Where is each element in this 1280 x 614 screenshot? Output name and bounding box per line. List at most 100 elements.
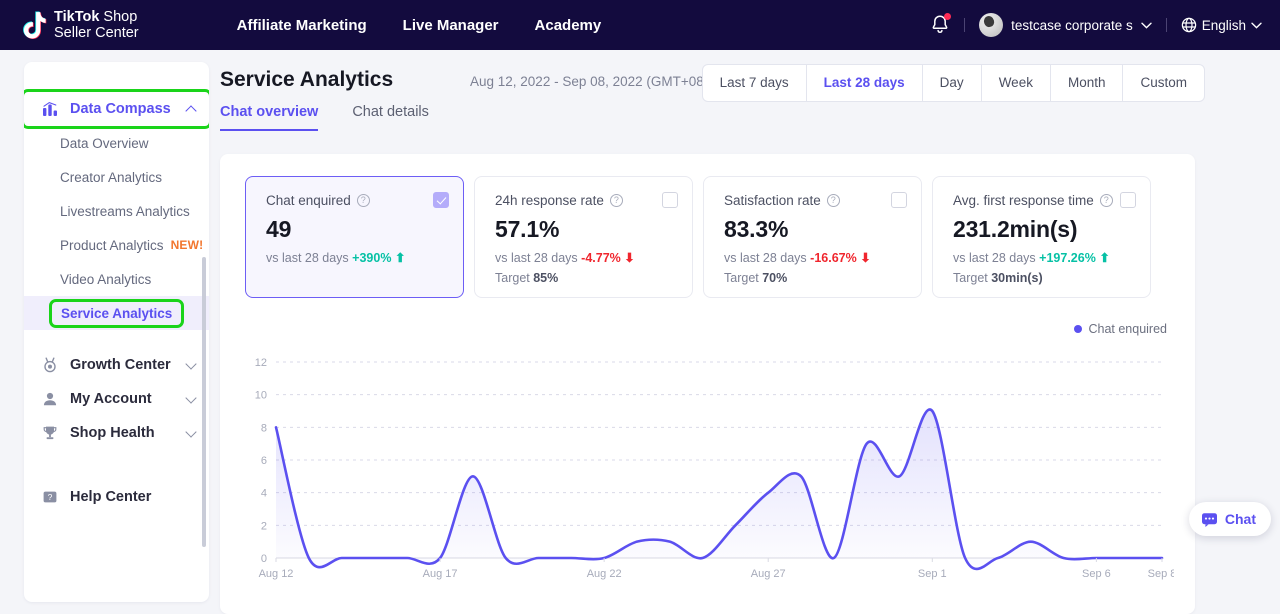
language-selector[interactable]: English <box>1181 17 1262 33</box>
sidebar-item-video-analytics[interactable]: Video Analytics <box>24 262 209 296</box>
metric-checkbox[interactable] <box>662 192 678 208</box>
chevron-up-icon <box>185 105 196 116</box>
metric-target-value: 85% <box>533 271 558 285</box>
range-button-last-7-days[interactable]: Last 7 days <box>703 65 807 101</box>
nav-link-academy[interactable]: Academy <box>535 17 602 34</box>
logo-seller-center: Seller Center <box>54 25 139 41</box>
metric-card-list: Chat enquired ? 49 vs last 28 days +390%… <box>245 176 1151 298</box>
sidebar-item-product-analytics[interactable]: Product Analytics NEW! <box>24 228 209 262</box>
metric-card-satisfaction-rate[interactable]: Satisfaction rate ? 83.3% vs last 28 day… <box>703 176 922 298</box>
sidebar-group-label: Growth Center <box>70 357 187 373</box>
tab-chat-details[interactable]: Chat details <box>352 104 429 131</box>
metric-value: 49 <box>266 216 447 243</box>
metric-card-24h-response-rate[interactable]: 24h response rate ? 57.1% vs last 28 day… <box>474 176 693 298</box>
metric-comparison: vs last 28 days +197.26% ⬆ <box>953 250 1134 265</box>
sidebar-item-livestreams-analytics[interactable]: Livestreams Analytics <box>24 194 209 228</box>
metric-target: Target 85% <box>495 271 676 285</box>
svg-text:?: ? <box>48 492 53 502</box>
legend-label: Chat enquired <box>1088 322 1167 336</box>
metric-delta: -4.77% <box>581 251 621 265</box>
analytics-panel: Chat enquired ? 49 vs last 28 days +390%… <box>220 154 1195 614</box>
medal-icon <box>42 357 59 373</box>
logo-shop: Shop <box>99 9 137 25</box>
metric-target-label: Target <box>724 271 762 285</box>
y-axis-tick-label: 10 <box>255 390 267 402</box>
trend-down-icon: ⬇ <box>860 251 870 265</box>
y-axis-tick-label: 6 <box>261 455 267 467</box>
metric-checkbox[interactable] <box>1120 192 1136 208</box>
range-button-custom[interactable]: Custom <box>1123 65 1204 101</box>
metric-comparison-label: vs last 28 days <box>266 251 349 265</box>
divider <box>964 18 965 32</box>
metric-header: 24h response rate ? <box>495 193 676 208</box>
account-menu[interactable]: testcase corporate s <box>979 13 1152 37</box>
chevron-down-icon <box>185 426 196 437</box>
avatar <box>979 13 1003 37</box>
metric-card-chat-enquired[interactable]: Chat enquired ? 49 vs last 28 days +390%… <box>245 176 464 298</box>
metric-checkbox[interactable] <box>433 192 449 208</box>
nav-link-live-manager[interactable]: Live Manager <box>403 17 499 34</box>
sidebar-group-growth-center[interactable]: Growth Center <box>24 348 209 382</box>
top-navigation-bar: TikTok Shop Seller Center Affiliate Mark… <box>0 0 1280 50</box>
metric-delta: -16.67% <box>810 251 857 265</box>
range-button-month[interactable]: Month <box>1051 65 1124 101</box>
language-label: English <box>1202 18 1246 33</box>
metric-checkbox[interactable] <box>891 192 907 208</box>
nav-link-affiliate-marketing[interactable]: Affiliate Marketing <box>237 17 367 34</box>
metric-delta: +390% <box>352 251 391 265</box>
sidebar-item-label: Product Analytics <box>60 238 164 253</box>
sidebar-item-label: Creator Analytics <box>60 170 162 185</box>
range-button-week[interactable]: Week <box>982 65 1051 101</box>
info-icon[interactable]: ? <box>1100 194 1113 207</box>
x-axis-tick-label: Aug 12 <box>259 568 294 580</box>
divider <box>1166 18 1167 32</box>
chat-widget-label: Chat <box>1225 511 1256 527</box>
trend-up-icon: ⬆ <box>1099 251 1109 265</box>
trend-up-icon: ⬆ <box>395 251 405 265</box>
metric-title: 24h response rate <box>495 193 604 208</box>
sidebar-item-help-center[interactable]: ? Help Center <box>24 480 209 514</box>
range-button-last-28-days[interactable]: Last 28 days <box>807 65 923 101</box>
bar-chart-icon <box>42 101 59 117</box>
info-icon[interactable]: ? <box>610 194 623 207</box>
sidebar-item-label: Service Analytics <box>52 302 181 325</box>
info-icon[interactable]: ? <box>827 194 840 207</box>
sidebar-item-label: Livestreams Analytics <box>60 204 190 219</box>
new-badge: NEW! <box>171 238 204 252</box>
sidebar-group-data-compass[interactable]: Data Compass <box>24 92 209 126</box>
notifications-button[interactable] <box>930 14 950 36</box>
legend-color-swatch <box>1074 325 1082 333</box>
sidebar-item-label: Help Center <box>70 489 195 505</box>
sidebar-item-service-analytics[interactable]: Service Analytics <box>24 296 209 330</box>
help-icon: ? <box>42 489 59 505</box>
tab-bar: Chat overview Chat details <box>220 104 429 131</box>
metric-comparison-label: vs last 28 days <box>724 251 807 265</box>
chevron-down-icon <box>1141 22 1152 29</box>
metric-title: Avg. first response time <box>953 193 1094 208</box>
info-icon[interactable]: ? <box>357 194 370 207</box>
sidebar-group-my-account[interactable]: My Account <box>24 382 209 416</box>
range-button-day[interactable]: Day <box>923 65 982 101</box>
y-axis-tick-label: 2 <box>261 520 267 532</box>
metric-card-avg-first-response-time[interactable]: Avg. first response time ? 231.2min(s) v… <box>932 176 1151 298</box>
trophy-icon <box>42 425 59 441</box>
main-content: Service Analytics Aug 12, 2022 - Sep 08,… <box>220 50 1280 608</box>
metric-comparison-label: vs last 28 days <box>953 251 1036 265</box>
sidebar-scrollbar[interactable] <box>202 257 206 547</box>
x-axis-tick-label: Sep 8 <box>1148 568 1174 580</box>
sidebar-group-shop-health[interactable]: Shop Health <box>24 416 209 450</box>
sidebar-scroll-area: Data Compass Data Overview Creator Analy… <box>24 62 209 602</box>
chat-widget-button[interactable]: Chat <box>1189 502 1271 536</box>
metric-comparison: vs last 28 days -16.67% ⬇ <box>724 250 905 265</box>
chat-enquired-chart[interactable]: 024681012Aug 12Aug 17Aug 22Aug 27Sep 1Se… <box>244 350 1174 595</box>
globe-icon <box>1181 17 1197 33</box>
page-title: Service Analytics <box>220 68 393 92</box>
tiktok-shop-seller-center-logo[interactable]: TikTok Shop Seller Center <box>22 9 139 41</box>
chevron-down-icon <box>185 392 196 403</box>
metric-title: Satisfaction rate <box>724 193 821 208</box>
tab-chat-overview[interactable]: Chat overview <box>220 104 318 131</box>
sidebar-item-data-overview[interactable]: Data Overview <box>24 126 209 160</box>
metric-target: Target 70% <box>724 271 905 285</box>
y-axis-tick-label: 0 <box>261 553 267 565</box>
sidebar-item-creator-analytics[interactable]: Creator Analytics <box>24 160 209 194</box>
